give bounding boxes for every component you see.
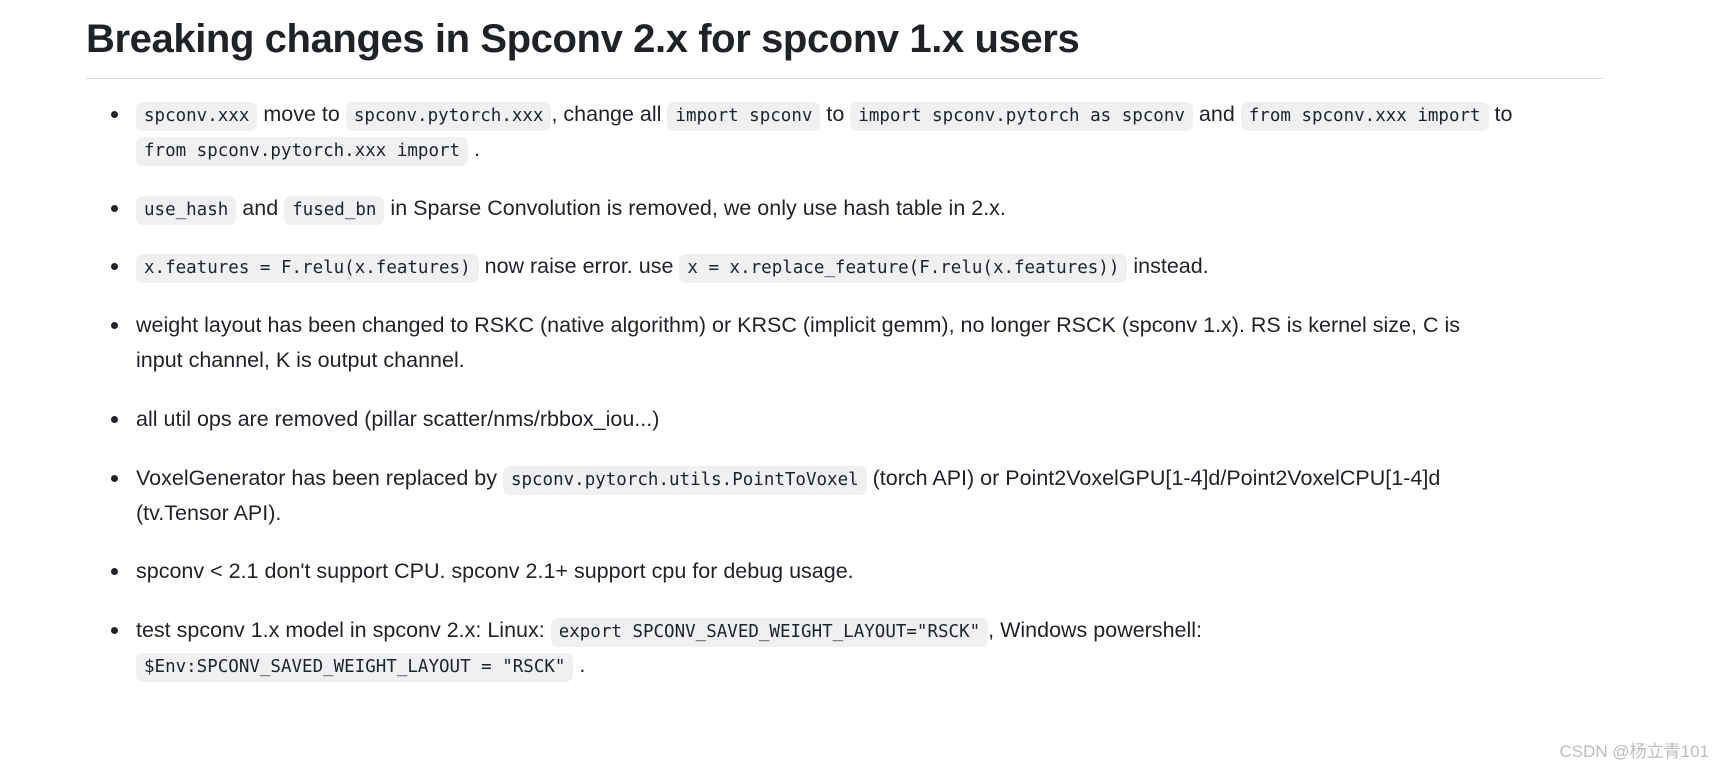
title-divider (86, 78, 1603, 79)
text-fragment: spconv < 2.1 don't support CPU. spconv 2… (136, 559, 854, 584)
text-fragment: , change all (551, 102, 662, 126)
list-item: all util ops are removed (pillar scatter… (86, 402, 1641, 437)
code-span: x = x.replace_feature(F.relu(x.features)… (679, 254, 1128, 284)
code-span: $Env:SPCONV_SAVED_WEIGHT_LAYOUT = "RSCK" (136, 653, 574, 683)
page-root: Breaking changes in Spconv 2.x for spcon… (0, 0, 1731, 772)
list-item: weight layout has been changed to RSKC (… (86, 308, 1496, 378)
code-span: import spconv (667, 102, 821, 131)
text-fragment: instead. (1133, 254, 1209, 279)
text-fragment: weight layout has been changed to RSKC (… (136, 313, 1460, 373)
text-fragment: to (826, 102, 845, 126)
code-span: spconv.pytorch.utils.PointToVoxel (502, 465, 867, 495)
text-fragment: VoxelGenerator has been replaced by (136, 465, 497, 490)
code-span: x.features = F.relu(x.features) (136, 254, 479, 284)
code-span: from spconv.xxx import (1240, 102, 1489, 131)
csdn-watermark: CSDN @杨立青101 (1559, 742, 1709, 761)
code-span: fused_bn (284, 195, 385, 225)
code-span: export SPCONV_SAVED_WEIGHT_LAYOUT="RSCK" (550, 618, 989, 648)
text-fragment: and (242, 195, 279, 220)
code-span: import spconv.pytorch as spconv (850, 102, 1193, 131)
breaking-changes-list: spconv.xxx move to spconv.pytorch.xxx, c… (86, 97, 1641, 683)
list-item: spconv < 2.1 don't support CPU. spconv 2… (86, 554, 1641, 589)
text-fragment: to (1494, 102, 1513, 126)
list-item: x.features = F.relu(x.features) now rais… (86, 249, 1641, 284)
markdown-document: Breaking changes in Spconv 2.x for spcon… (86, 14, 1641, 683)
text-fragment: in Sparse Convolution is removed, we onl… (390, 195, 1006, 220)
code-span: from spconv.pytorch.xxx import (136, 136, 469, 166)
code-span: spconv.pytorch.xxx (345, 102, 552, 131)
text-fragment: , Windows powershell: (988, 618, 1203, 643)
text-fragment: test spconv 1.x model in spconv 2.x: Lin… (136, 618, 545, 643)
list-item: spconv.xxx move to spconv.pytorch.xxx, c… (86, 97, 1526, 167)
code-span: spconv.xxx (136, 102, 258, 131)
text-fragment: and (1198, 102, 1235, 126)
code-span: use_hash (136, 195, 237, 225)
page-title: Breaking changes in Spconv 2.x for spcon… (86, 17, 1080, 61)
list-item: test spconv 1.x model in spconv 2.x: Lin… (86, 613, 1256, 683)
text-fragment: all util ops are removed (pillar scatter… (136, 406, 660, 431)
text-fragment: . (579, 653, 586, 678)
text-fragment: . (474, 136, 481, 161)
text-fragment: move to (263, 102, 340, 126)
list-item: use_hash and fused_bn in Sparse Convolut… (86, 191, 1641, 226)
text-fragment: now raise error. use (484, 254, 674, 279)
list-item: VoxelGenerator has been replaced by spco… (86, 461, 1466, 531)
